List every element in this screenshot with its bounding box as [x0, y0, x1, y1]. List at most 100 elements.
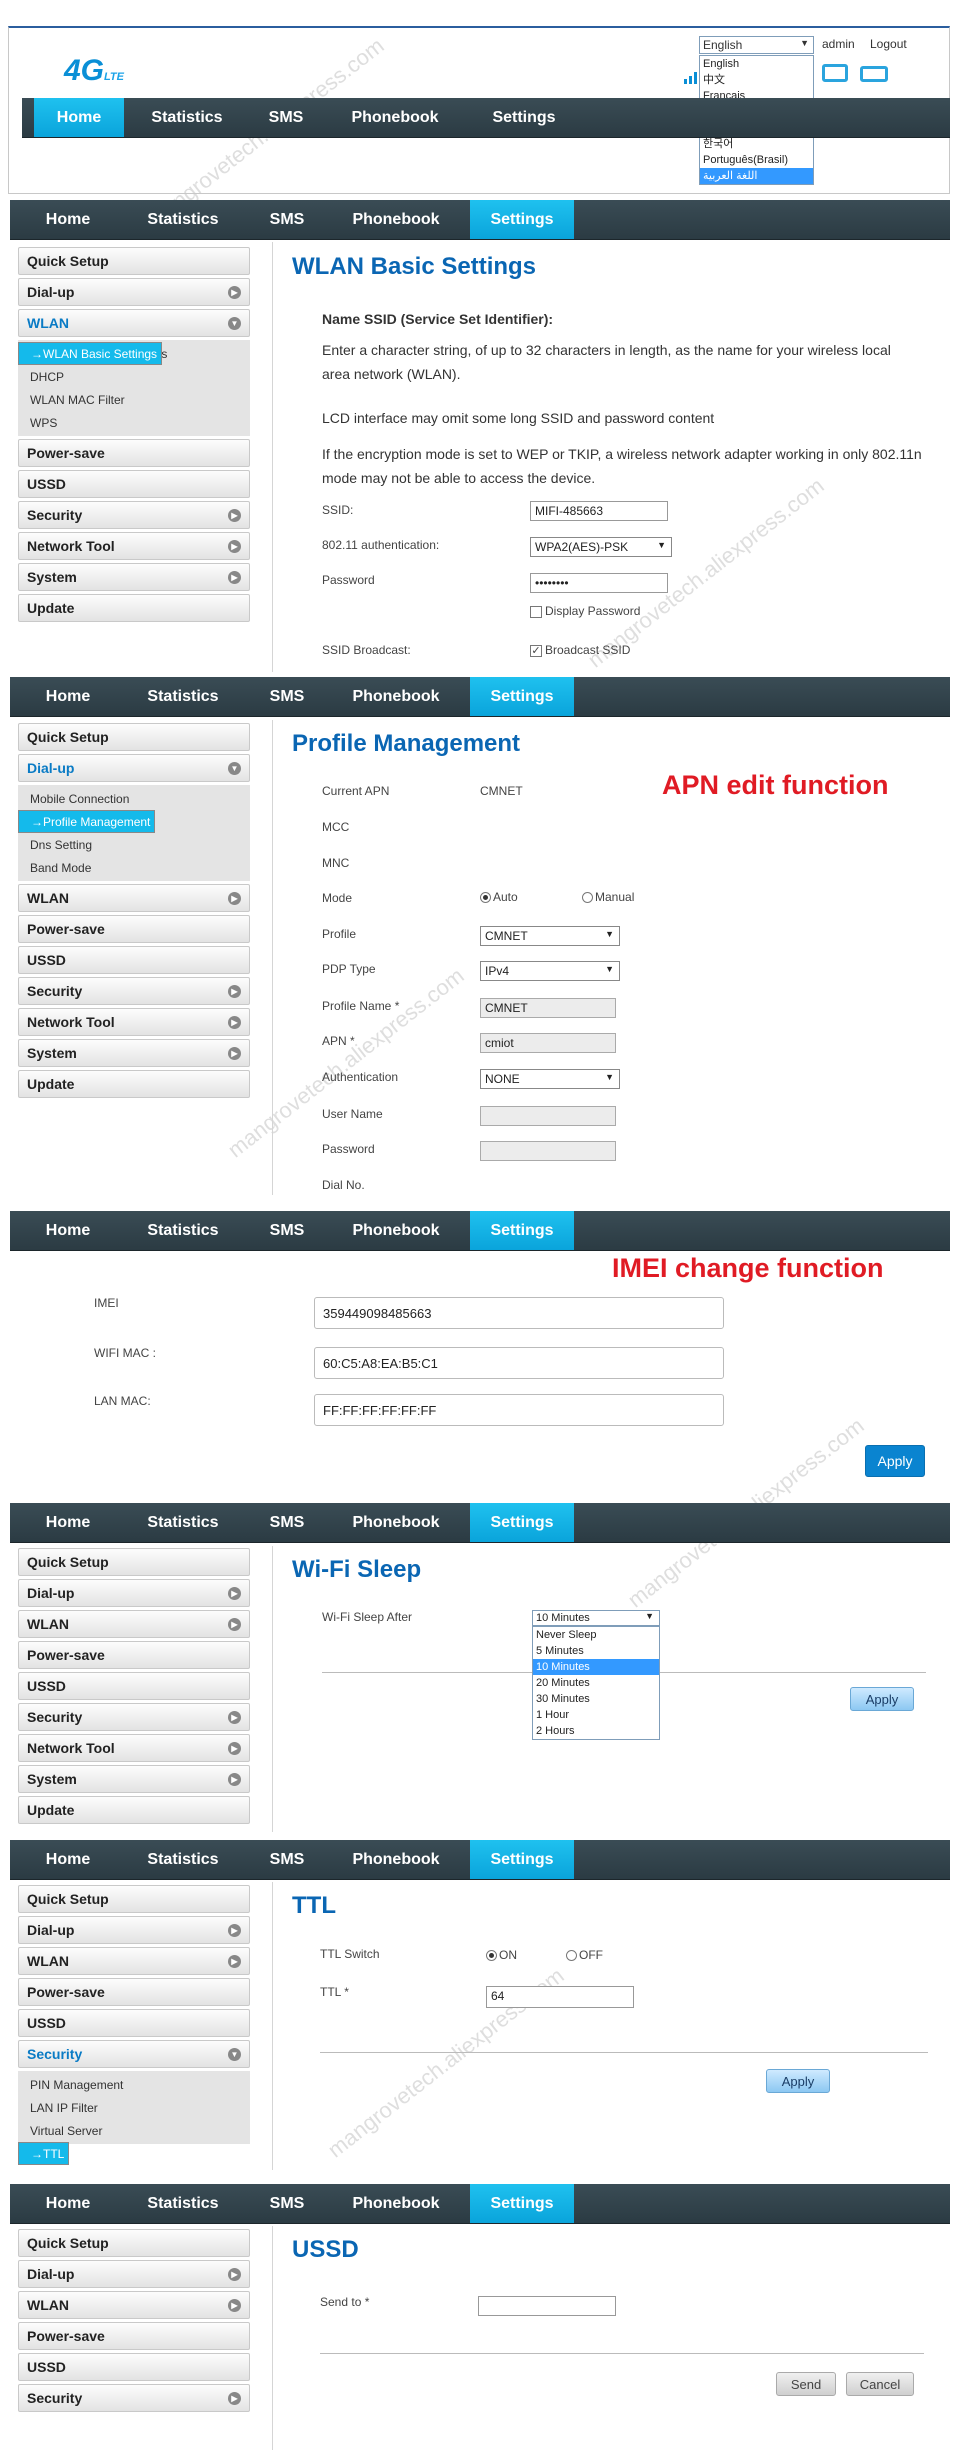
sidebar-item-security[interactable]: Security ▶ — [18, 1703, 250, 1731]
sidebar-item-wlan[interactable]: WLAN ▼ — [18, 309, 250, 337]
pdp-type-select[interactable]: IPv4 ▼ — [480, 961, 620, 981]
submenu-item[interactable]: DHCP — [18, 365, 250, 388]
submenu-item[interactable]: → WLAN Basic Settings — [18, 342, 163, 365]
sidebar-item-system[interactable]: System ▶ — [18, 1039, 250, 1067]
sidebar-item-system[interactable]: System ▶ — [18, 1765, 250, 1793]
display-password-checkbox[interactable]: Display Password — [530, 604, 640, 618]
sidebar-item-quick-setup[interactable]: Quick Setup — [18, 247, 250, 275]
sidebar-item-update[interactable]: Update — [18, 594, 250, 622]
nav-tab-sms[interactable]: SMS — [252, 1840, 322, 1879]
sidebar-item-ussd[interactable]: USSD — [18, 470, 250, 498]
sidebar-item-system[interactable]: System ▶ — [18, 563, 250, 591]
sidebar-item-security[interactable]: Security ▶ — [18, 2384, 250, 2412]
sidebar-item-quick-setup[interactable]: Quick Setup — [18, 723, 250, 751]
submenu-item[interactable]: Mobile Connection — [18, 787, 250, 810]
nav-tab-home[interactable]: Home — [22, 1840, 114, 1879]
sidebar-item-ussd[interactable]: USSD — [18, 2009, 250, 2037]
submenu-item[interactable]: → TTL — [18, 2142, 70, 2165]
ttl-input[interactable]: 64 — [486, 1986, 634, 2008]
broadcast-checkbox[interactable]: ✓ Broadcast SSID — [530, 643, 630, 657]
sleep-option[interactable]: 2 Hours — [533, 1723, 659, 1739]
sidebar-item-network-tool[interactable]: Network Tool ▶ — [18, 1734, 250, 1762]
sidebar-item-power-save[interactable]: Power-save — [18, 1978, 250, 2006]
nav-tab-statistics[interactable]: Statistics — [124, 1503, 242, 1542]
mode-auto-radio[interactable]: Auto — [480, 890, 518, 904]
submenu-item[interactable]: LAN IP Filter — [18, 2096, 250, 2119]
language-select[interactable]: English ▼ — [699, 36, 814, 54]
sleep-option[interactable]: 10 Minutes — [533, 1659, 659, 1675]
sleep-option[interactable]: Never Sleep — [533, 1627, 659, 1643]
submenu-item[interactable]: Virtual Server — [18, 2119, 250, 2142]
nav-tab-settings[interactable]: Settings — [470, 677, 574, 716]
nav-tab-settings[interactable]: Settings — [470, 1211, 574, 1250]
nav-tab-settings[interactable]: Settings — [470, 1503, 574, 1542]
language-option[interactable]: English — [700, 56, 813, 72]
nav-tab-settings[interactable]: Settings — [468, 98, 580, 137]
sidebar-item-ussd[interactable]: USSD — [18, 1672, 250, 1700]
sleep-option[interactable]: 20 Minutes — [533, 1675, 659, 1691]
language-option[interactable]: 中文 — [700, 72, 813, 88]
nav-tab-sms[interactable]: SMS — [252, 1211, 322, 1250]
apply-button[interactable]: Apply — [865, 1445, 925, 1477]
lan-mac-input[interactable]: FF:FF:FF:FF:FF:FF — [314, 1394, 724, 1426]
profile-select[interactable]: CMNET ▼ — [480, 926, 620, 946]
nav-tab-phonebook[interactable]: Phonebook — [332, 200, 460, 239]
sleep-option[interactable]: 30 Minutes — [533, 1691, 659, 1707]
sleep-after-select[interactable]: 10 Minutes ▼ — [532, 1610, 660, 1626]
imei-input[interactable]: 359449098485663 — [314, 1297, 724, 1329]
sleep-option[interactable]: 1 Hour — [533, 1707, 659, 1723]
nav-tab-statistics[interactable]: Statistics — [124, 677, 242, 716]
nav-tab-home[interactable]: Home — [22, 677, 114, 716]
nav-tab-sms[interactable]: SMS — [252, 200, 322, 239]
submenu-item[interactable]: WLAN MAC Filter — [18, 388, 250, 411]
sidebar-item-dial-up[interactable]: Dial-up ▶ — [18, 2260, 250, 2288]
language-option[interactable]: اللغة العربية — [700, 168, 813, 184]
authentication-select[interactable]: NONE ▼ — [480, 1069, 620, 1089]
send-to-input[interactable] — [478, 2296, 616, 2316]
sidebar-item-wlan[interactable]: WLAN ▶ — [18, 1947, 250, 1975]
nav-tab-statistics[interactable]: Statistics — [124, 2184, 242, 2223]
ssid-input[interactable]: MIFI-485663 — [530, 501, 668, 521]
sidebar-item-ussd[interactable]: USSD — [18, 946, 250, 974]
cancel-button[interactable]: Cancel — [846, 2372, 914, 2396]
nav-tab-home[interactable]: Home — [22, 1503, 114, 1542]
apply-button[interactable]: Apply — [766, 2069, 830, 2093]
apn-input[interactable]: cmiot — [480, 1033, 616, 1053]
nav-tab-home[interactable]: Home — [34, 98, 124, 137]
sidebar-item-dial-up[interactable]: Dial-up ▶ — [18, 1579, 250, 1607]
nav-tab-statistics[interactable]: Statistics — [134, 98, 240, 137]
nav-tab-sms[interactable]: SMS — [250, 98, 322, 137]
sleep-option[interactable]: 5 Minutes — [533, 1643, 659, 1659]
sidebar-item-security[interactable]: Security ▶ — [18, 501, 250, 529]
nav-tab-statistics[interactable]: Statistics — [124, 1840, 242, 1879]
sidebar-item-wlan[interactable]: WLAN ▶ — [18, 1610, 250, 1638]
nav-tab-phonebook[interactable]: Phonebook — [332, 1840, 460, 1879]
sidebar-item-update[interactable]: Update — [18, 1070, 250, 1098]
sidebar-item-security[interactable]: Security ▶ — [18, 977, 250, 1005]
mode-manual-radio[interactable]: Manual — [582, 890, 634, 904]
sidebar-item-ussd[interactable]: USSD — [18, 2353, 250, 2381]
profile-password-input[interactable] — [480, 1141, 616, 1161]
sidebar-item-power-save[interactable]: Power-save — [18, 915, 250, 943]
language-option[interactable]: Português(Brasil) — [700, 152, 813, 168]
nav-tab-phonebook[interactable]: Phonebook — [332, 2184, 460, 2223]
sidebar-item-wlan[interactable]: WLAN ▶ — [18, 2291, 250, 2319]
nav-tab-phonebook[interactable]: Phonebook — [332, 98, 458, 137]
sidebar-item-power-save[interactable]: Power-save — [18, 2322, 250, 2350]
submenu-item[interactable]: WPS — [18, 411, 250, 434]
nav-tab-home[interactable]: Home — [22, 200, 114, 239]
sidebar-item-network-tool[interactable]: Network Tool ▶ — [18, 532, 250, 560]
submenu-item[interactable]: Dns Setting — [18, 833, 250, 856]
nav-tab-sms[interactable]: SMS — [252, 677, 322, 716]
nav-tab-phonebook[interactable]: Phonebook — [332, 1503, 460, 1542]
sidebar-item-quick-setup[interactable]: Quick Setup — [18, 2229, 250, 2257]
sidebar-item-power-save[interactable]: Power-save — [18, 1641, 250, 1669]
nav-tab-settings[interactable]: Settings — [470, 1840, 574, 1879]
ttl-on-radio[interactable]: ON — [486, 1948, 517, 1962]
nav-tab-statistics[interactable]: Statistics — [124, 1211, 242, 1250]
submenu-item[interactable]: → Profile Management — [18, 810, 156, 833]
nav-tab-sms[interactable]: SMS — [252, 2184, 322, 2223]
nav-tab-sms[interactable]: SMS — [252, 1503, 322, 1542]
sidebar-item-quick-setup[interactable]: Quick Setup — [18, 1548, 250, 1576]
submenu-item[interactable]: PIN Management — [18, 2073, 250, 2096]
